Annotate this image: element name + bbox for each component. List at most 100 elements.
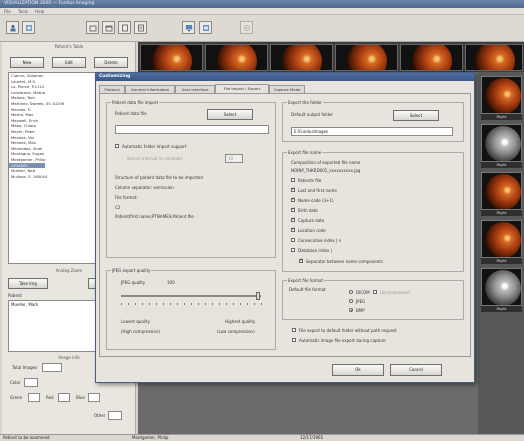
export-default-folder-checkbox[interactable] (292, 328, 296, 332)
thumbnail-label: Right (481, 114, 522, 120)
export-name-group: Export file name Composition of exported… (282, 150, 464, 272)
cancel-button[interactable]: Cancel (390, 364, 442, 376)
name-component-checkbox[interactable] (291, 178, 295, 182)
jpeg-quality-slider-thumb[interactable] (256, 292, 261, 300)
total-images-label: Total Images (12, 365, 38, 370)
menu-file[interactable]: File (4, 9, 11, 14)
color-label: Color (10, 380, 21, 385)
page-icon (122, 24, 128, 32)
export-format-group: Export file format Default file format D… (282, 278, 464, 320)
tab-general-information[interactable]: General Information (125, 85, 175, 93)
jpeg-quality-slider[interactable] (121, 295, 261, 297)
jpeg-group-title: JPEG export quality (111, 268, 152, 273)
fundus-thumbnail[interactable] (481, 172, 522, 210)
file-format-detail: Patient/first name;PTNAMES;Patient file (115, 214, 194, 219)
fundus-thumbnail[interactable] (140, 44, 203, 71)
fundus-thumbnail[interactable] (335, 44, 398, 71)
file-format-label: File format: (115, 195, 138, 200)
format-radio[interactable] (349, 290, 353, 294)
import-group: Patient data file import Patient data fi… (106, 100, 276, 258)
status-text: Patient to be examined (3, 435, 50, 440)
format-radio[interactable] (349, 299, 353, 303)
menu-tools[interactable]: Tools (18, 9, 28, 14)
other-label: Other (94, 413, 106, 418)
export-folder-input[interactable]: E:\FundusImages (291, 127, 453, 136)
name-component-label: Birth date (298, 208, 318, 213)
separator-checkbox[interactable] (299, 258, 303, 263)
green-count-field (28, 393, 40, 402)
document-icon (203, 25, 209, 31)
uncompressed-checkbox[interactable] (373, 290, 377, 294)
patient-file-input[interactable] (115, 125, 269, 134)
import-select-button[interactable]: Select (207, 109, 253, 120)
document-button[interactable] (199, 21, 212, 34)
patient-icon (10, 24, 16, 32)
name-component-checkbox[interactable] (291, 238, 295, 242)
auto-export-checkbox[interactable] (292, 338, 296, 342)
thumbnail-label: Right (481, 210, 522, 216)
format-radio-label: DICOM (356, 290, 370, 295)
name-component-checkbox[interactable] (291, 217, 295, 222)
folder-open-button[interactable] (102, 21, 115, 34)
monitor-button[interactable] (182, 21, 195, 34)
fundus-thumbnail[interactable] (205, 44, 268, 71)
new-patient-button[interactable]: New (10, 57, 44, 68)
export-select-button[interactable]: Select (393, 110, 439, 121)
fundus-thumbnail[interactable] (481, 76, 522, 114)
thumbnail-strip (138, 42, 524, 72)
settings-button[interactable] (240, 21, 253, 34)
fundus-thumbnail[interactable] (400, 44, 463, 71)
edit-patient-button[interactable]: Edit (52, 57, 86, 68)
name-component-checkbox[interactable] (291, 187, 295, 192)
page-button[interactable] (118, 21, 131, 34)
column-separator-label: Column separator: semicolon (115, 185, 174, 190)
delete-patient-button[interactable]: Delete (94, 57, 128, 68)
fundus-thumbnail[interactable] (481, 268, 522, 306)
composition-label: Composition of exported file name (291, 160, 361, 165)
default-folder-label: Default output folder (291, 112, 333, 117)
name-component-label: Patients file (298, 178, 322, 183)
folder-button[interactable] (86, 21, 99, 34)
name-component-label: Capture date (298, 218, 325, 223)
name-component-checkbox[interactable] (291, 207, 295, 212)
jpeg-quality-group: JPEG export quality JPEG quality 100 Low… (106, 268, 276, 350)
right-thumbnail-column: Right Right Right Right Right (478, 72, 524, 434)
menu-help[interactable]: Help (35, 9, 44, 14)
blue-label: Blue (76, 395, 85, 400)
tab-protocol[interactable]: Protocol (99, 85, 125, 93)
tab-user-interface[interactable]: User Interface (175, 85, 215, 93)
fundus-thumbnail[interactable] (270, 44, 333, 71)
blue-count-field (88, 393, 100, 402)
jpeg-quality-label: JPEG quality (121, 280, 146, 285)
ok-button[interactable]: Ok (332, 364, 384, 376)
patient-button[interactable] (6, 21, 19, 34)
tab-capture-mode[interactable]: Capture Mode (269, 85, 305, 93)
take-image-button[interactable]: Take Img (8, 278, 48, 289)
settings-icon (244, 25, 250, 31)
name-component-checkbox[interactable] (291, 227, 295, 232)
export-name-title: Export file name (287, 150, 323, 155)
lowest-quality-sub: (High compression) (121, 329, 160, 334)
slider-ticks (121, 303, 262, 305)
format-radio[interactable] (349, 308, 353, 312)
name-component-checkbox[interactable] (291, 248, 295, 252)
name-component-checkbox[interactable] (291, 197, 295, 202)
interval-label: Search interval (in seconds) (127, 156, 183, 161)
auto-import-checkbox[interactable] (115, 144, 119, 148)
fundus-thumbnail[interactable] (481, 124, 522, 162)
fundus-thumbnail[interactable] (465, 44, 523, 71)
save-button[interactable] (134, 21, 147, 34)
fundus-thumbnail[interactable] (481, 220, 522, 258)
tab-file-import-export[interactable]: File Import / Export (215, 84, 269, 93)
composition-value: NOINP_THKRD001_xxxxxxxxxx.jpg (291, 168, 361, 173)
folder-open-icon (105, 25, 113, 32)
dialog-title: Customizing (96, 73, 474, 81)
export-button[interactable] (22, 21, 35, 34)
window-title: VISUALIZATION 3000 — Fundus Imaging (0, 0, 524, 8)
interval-input[interactable]: 10 (225, 154, 243, 163)
name-component-label: Consecutive index | n (298, 238, 342, 243)
highest-quality-label: Highest quality (225, 319, 256, 324)
name-component-label: Database index | (298, 248, 332, 253)
other-count-field (108, 411, 122, 420)
patients-title: Patient's Table (54, 44, 84, 49)
